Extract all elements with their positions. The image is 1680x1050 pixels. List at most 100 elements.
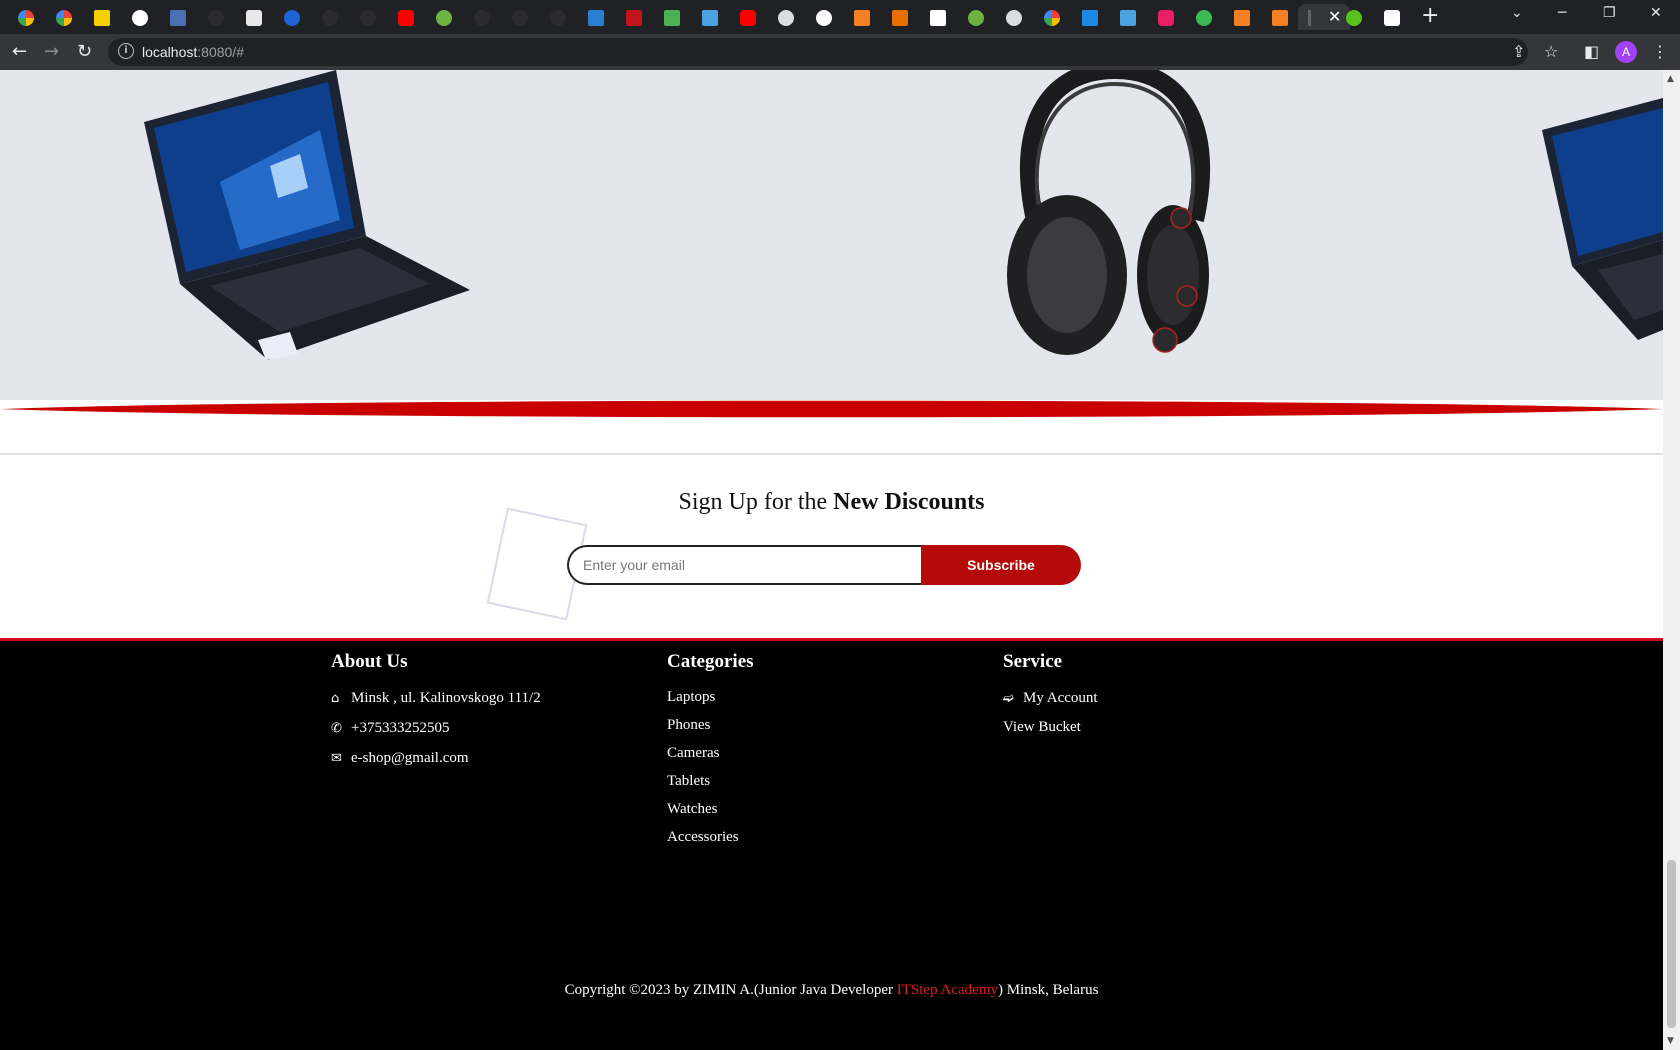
browser-tab[interactable] [272, 4, 308, 30]
scroll-down-icon[interactable]: ▼ [1667, 1036, 1674, 1046]
newsletter-section: Sign Up for the New Discounts Subscribe [0, 455, 1663, 655]
browser-tab[interactable] [44, 4, 80, 30]
browser-tab[interactable] [424, 4, 460, 30]
browser-tab[interactable] [1334, 4, 1370, 30]
google-icon [1044, 10, 1060, 26]
github-icon [474, 10, 490, 26]
browser-tab[interactable] [690, 4, 726, 30]
home-icon: ⌂ [331, 691, 340, 706]
globe-icon [816, 10, 832, 26]
spring-icon [436, 10, 452, 26]
browser-tab[interactable] [462, 4, 498, 30]
restore-icon[interactable]: ❐ [1603, 5, 1616, 21]
star-icon [1196, 10, 1212, 26]
category-link-phones[interactable]: Phones [667, 711, 754, 739]
browser-tab[interactable] [614, 4, 650, 30]
stackoverflow-icon [588, 10, 604, 26]
browser-toolbar: ← → ↻ i localhost:8080/# ⇪ ☆ ◧ A ⋮ [0, 34, 1680, 70]
browser-tab[interactable] [918, 4, 954, 30]
youtube-icon [398, 10, 414, 26]
chrome-icon [778, 10, 794, 26]
bookmark-star-icon[interactable]: ☆ [1544, 42, 1558, 61]
category-link-cameras[interactable]: Cameras [667, 739, 754, 767]
browser-tab[interactable] [1032, 4, 1068, 30]
browser-tab[interactable] [234, 4, 270, 30]
service-heading: Service [1003, 651, 1063, 672]
browser-tab[interactable] [82, 4, 118, 30]
side-panel-icon[interactable]: ◧ [1584, 42, 1599, 61]
browser-tab[interactable] [576, 4, 612, 30]
address-bar[interactable]: i localhost:8080/# [108, 38, 1528, 66]
browser-tab[interactable] [1372, 4, 1408, 30]
email-input[interactable] [567, 545, 923, 585]
page-viewport: Sign Up for the New Discounts Subscribe … [0, 70, 1663, 1050]
my-account-link[interactable]: ➫ My Account [1003, 683, 1098, 713]
laptop-product-image[interactable] [140, 70, 480, 370]
globe-icon [132, 10, 148, 26]
scroll-up-icon[interactable]: ▲ [1667, 74, 1674, 84]
browser-tab[interactable] [994, 4, 1030, 30]
browser-tab[interactable] [766, 4, 802, 30]
site-icon [94, 10, 110, 26]
browser-tab[interactable] [728, 4, 764, 30]
browser-tab[interactable] [1146, 4, 1182, 30]
torrent-icon [1346, 10, 1362, 26]
view-bucket-link[interactable]: View Bucket [1003, 713, 1098, 741]
browser-tab[interactable] [842, 4, 878, 30]
java-icon [892, 10, 908, 26]
browser-tab[interactable] [1070, 4, 1106, 30]
page-scrollbar[interactable]: ▲ ▼ [1663, 70, 1680, 1050]
site-icon [246, 10, 262, 26]
browser-tab[interactable] [158, 4, 194, 30]
headphones-product-image[interactable] [1005, 70, 1225, 370]
browser-tab[interactable] [652, 4, 688, 30]
address-line: ⌂ Minsk , ul. Kalinovskogo 111/2 [331, 690, 541, 706]
close-window-icon[interactable]: ✕ [1650, 5, 1662, 21]
back-icon[interactable]: ← [12, 41, 27, 62]
chrome-icon [1006, 10, 1022, 26]
browser-tab[interactable] [348, 4, 384, 30]
new-tab-button[interactable]: + [1421, 3, 1439, 28]
tab-search-icon[interactable]: ⌄ [1511, 5, 1523, 21]
site-icon [1158, 10, 1174, 26]
url-text[interactable]: localhost:8080/# [142, 44, 244, 60]
browser-tab[interactable] [310, 4, 346, 30]
menu-icon[interactable]: ⋮ [1652, 42, 1668, 61]
categories-heading: Categories [667, 651, 754, 672]
laptop-product-image[interactable] [1538, 90, 1663, 340]
subscribe-button[interactable]: Subscribe [921, 545, 1081, 585]
browser-tab[interactable] [804, 4, 840, 30]
about-us-column: About Us ⌂ Minsk , ul. Kalinovskogo 111/2… [331, 651, 541, 773]
share-icon[interactable]: ⇪ [1512, 42, 1525, 61]
google-icon [18, 10, 34, 26]
category-link-watches[interactable]: Watches [667, 795, 754, 823]
browser-tab[interactable] [120, 4, 156, 30]
browser-tab[interactable] [880, 4, 916, 30]
browser-tab[interactable] [386, 4, 422, 30]
itstep-academy-link[interactable]: ITStep Academy [897, 982, 998, 998]
site-info-icon[interactable]: i [118, 43, 134, 59]
profile-avatar[interactable]: A [1615, 41, 1637, 63]
browser-tab[interactable] [1184, 4, 1220, 30]
category-link-tablets[interactable]: Tablets [667, 767, 754, 795]
categories-column: Categories Laptops Phones Cameras Tablet… [667, 651, 754, 851]
category-link-accessories[interactable]: Accessories [667, 823, 754, 851]
browser-tab-strip: ✕ + ⌄ ─ ❐ ✕ [0, 0, 1680, 34]
stackoverflow-icon [1272, 10, 1288, 26]
reload-icon[interactable]: ↻ [77, 41, 92, 62]
github-icon [512, 10, 528, 26]
browser-tab[interactable] [538, 4, 574, 30]
browser-tab[interactable] [196, 4, 232, 30]
browser-tab[interactable] [500, 4, 536, 30]
browser-tab[interactable] [6, 4, 42, 30]
browser-tab[interactable] [1108, 4, 1144, 30]
minimize-icon[interactable]: ─ [1558, 5, 1566, 21]
browser-tab[interactable] [1222, 4, 1258, 30]
browser-tab[interactable] [956, 4, 992, 30]
stackoverflow-icon [1234, 10, 1250, 26]
browser-tab[interactable] [1260, 4, 1296, 30]
scrollbar-thumb[interactable] [1667, 860, 1676, 1028]
heart-icon [284, 10, 300, 26]
forward-icon[interactable]: → [44, 41, 59, 62]
category-link-laptops[interactable]: Laptops [667, 683, 754, 711]
